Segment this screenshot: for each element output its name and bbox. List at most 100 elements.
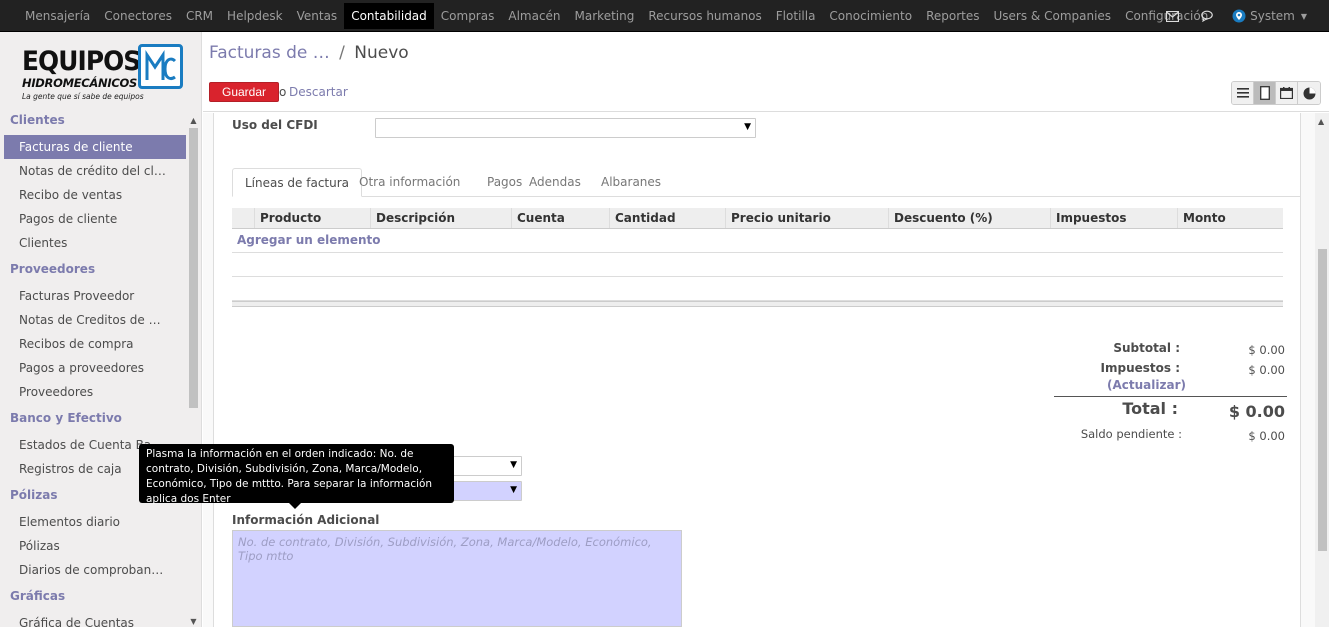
additional-info-placeholder: No. de contrato, División, Subdivisión, …	[238, 535, 652, 563]
table-row	[232, 253, 1283, 277]
menu-reportes[interactable]: Reportes	[919, 4, 986, 28]
add-line-link[interactable]: Agregar un elemento	[232, 229, 1283, 251]
chevron-down-icon: ▼	[510, 485, 517, 495]
form-sheet: Uso del CFDI ▼ Líneas de factura Otra in…	[213, 113, 1301, 627]
save-button[interactable]: Guardar	[209, 82, 280, 102]
additional-info-label: Información Adicional	[232, 513, 380, 527]
column-cantidad[interactable]: Cantidad	[609, 208, 725, 228]
menu-conectores[interactable]: Conectores	[97, 4, 179, 28]
table-footer	[232, 301, 1283, 307]
sidebar-item-recibos-compra[interactable]: Recibos de compra	[0, 332, 186, 356]
sidebar-section-banco: Banco y Efectivo	[10, 411, 122, 425]
tooltip-arrow	[289, 503, 301, 509]
sidebar-section-clientes: Clientes	[10, 113, 65, 127]
main-scroll-thumb[interactable]	[1318, 249, 1327, 551]
sidebar-item-diarios-comprobantes[interactable]: Diarios de comprobantes	[0, 558, 186, 582]
total-label: Total :	[1122, 399, 1178, 418]
sidebar-item-facturas-proveedor[interactable]: Facturas Proveedor	[0, 284, 186, 308]
menu-helpdesk[interactable]: Helpdesk	[220, 4, 290, 28]
menu-users-companies[interactable]: Users & Companies	[987, 4, 1119, 28]
menu-recursos-humanos[interactable]: Recursos humanos	[641, 4, 768, 28]
chat-icon[interactable]	[1190, 0, 1226, 32]
scroll-up-icon[interactable]: ▲	[1318, 117, 1324, 126]
breadcrumb-parent[interactable]: Facturas de …	[209, 43, 330, 63]
company-logo[interactable]: EQUIPOS HIDROMECÁNICOS La gente que sí s…	[14, 42, 189, 104]
column-cuenta[interactable]: Cuenta	[511, 208, 609, 228]
cfdi-usage-select[interactable]: ▼	[375, 118, 756, 138]
menu-marketing[interactable]: Marketing	[568, 4, 642, 28]
tab-adendas[interactable]: Adendas	[517, 168, 593, 197]
main-scrollbar[interactable]: ▲	[1315, 113, 1329, 627]
update-taxes-button[interactable]: (Actualizar)	[1054, 378, 1186, 392]
column-descripcion[interactable]: Descripción	[370, 208, 511, 228]
list-view-icon[interactable]	[1232, 82, 1254, 104]
sidebar-item-recibo-ventas[interactable]: Recibo de ventas	[0, 183, 186, 207]
breadcrumb-separator: /	[339, 43, 345, 63]
tab-otra-informacion[interactable]: Otra información	[347, 168, 472, 197]
column-precio-unitario[interactable]: Precio unitario	[725, 208, 888, 228]
sidebar-item-pagos-cliente[interactable]: Pagos de cliente	[0, 207, 186, 231]
menu-flotilla[interactable]: Flotilla	[769, 4, 823, 28]
scroll-down-icon[interactable]: ▼	[189, 617, 198, 627]
table-header: Producto Descripción Cuenta Cantidad Pre…	[232, 208, 1283, 229]
sidebar-item-clientes[interactable]: Clientes	[0, 231, 186, 255]
column-monto[interactable]: Monto	[1177, 208, 1283, 228]
sidebar-menu: Clientes Facturas de cliente Notas de cr…	[0, 111, 186, 635]
avatar	[1232, 9, 1246, 23]
menu-ventas[interactable]: Ventas	[290, 4, 345, 28]
logo-tagline: La gente que sí sabe de equipos	[22, 92, 144, 101]
sidebar-item-facturas-cliente[interactable]: Facturas de cliente	[4, 135, 186, 159]
sidebar-item-notas-creditos-proveedor[interactable]: Notas de Creditos de Pr…	[0, 308, 186, 332]
invoice-lines-table: Producto Descripción Cuenta Cantidad Pre…	[232, 208, 1283, 307]
control-panel: Facturas de … / Nuevo Guardar o Descarta…	[203, 32, 1329, 112]
column-impuestos[interactable]: Impuestos	[1050, 208, 1177, 228]
sidebar-item-grafica-cuentas[interactable]: Gráfica de Cuentas	[0, 611, 186, 635]
column-producto[interactable]: Producto	[254, 208, 370, 228]
scroll-up-icon[interactable]: ▲	[189, 116, 198, 126]
logo-line1: EQUIPOS	[22, 46, 141, 77]
pivot-view-icon[interactable]	[1298, 82, 1320, 104]
menu-almacen[interactable]: Almacén	[501, 4, 567, 28]
sidebar-section-graficas: Gráficas	[10, 589, 66, 603]
user-menu[interactable]: System ▼	[1226, 9, 1329, 23]
additional-info-textarea[interactable]: No. de contrato, División, Subdivisión, …	[232, 530, 682, 627]
taxes-value: $ 0.00	[1248, 363, 1285, 377]
discard-button[interactable]: Descartar	[289, 85, 348, 99]
chevron-down-icon: ▼	[510, 460, 517, 470]
menu-mensajeria[interactable]: Mensajería	[18, 4, 97, 28]
sidebar-item-elementos-diario[interactable]: Elementos diario	[0, 510, 186, 534]
menu-conocimiento[interactable]: Conocimiento	[822, 4, 919, 28]
menu-crm[interactable]: CRM	[179, 4, 220, 28]
tab-lineas-factura[interactable]: Líneas de factura	[232, 168, 363, 197]
chevron-down-icon: ▼	[1300, 11, 1307, 21]
breadcrumb-current: Nuevo	[354, 43, 409, 63]
logo-line2: HIDROMECÁNICOS	[22, 76, 137, 90]
sidebar-item-notas-credito[interactable]: Notas de crédito del clie…	[0, 159, 186, 183]
sidebar-item-polizas[interactable]: Pólizas	[0, 534, 186, 558]
sidebar-item-pagos-proveedores[interactable]: Pagos a proveedores	[0, 356, 186, 380]
subtotal-value: $ 0.00	[1248, 343, 1285, 357]
sidebar-section-proveedores: Proveedores	[10, 262, 96, 276]
sidebar-scrollbar[interactable]: ▲ ▼	[187, 114, 200, 627]
chevron-down-icon: ▼	[744, 122, 751, 132]
mail-icon[interactable]	[1154, 0, 1190, 32]
residual-label: Saldo pendiente :	[1080, 427, 1182, 441]
handle-column	[232, 208, 254, 228]
sidebar-scroll-thumb[interactable]	[189, 128, 198, 408]
calendar-view-icon[interactable]	[1276, 82, 1298, 104]
tab-albaranes[interactable]: Albaranes	[589, 168, 673, 197]
view-switcher	[1231, 81, 1321, 105]
column-descuento[interactable]: Descuento (%)	[888, 208, 1050, 228]
logo-mark-icon	[138, 44, 183, 89]
menu-compras[interactable]: Compras	[434, 4, 502, 28]
table-row: Agregar un elemento	[232, 229, 1283, 253]
or-label: o	[279, 85, 287, 99]
residual-value: $ 0.00	[1248, 429, 1285, 443]
cfdi-usage-label: Uso del CFDI	[232, 118, 318, 132]
systray: System ▼	[1154, 0, 1329, 32]
form-view-icon[interactable]	[1254, 82, 1276, 104]
totals-divider	[1054, 396, 1287, 397]
sidebar-item-proveedores[interactable]: Proveedores	[0, 380, 186, 404]
notebook-tabs: Líneas de factura Otra información Pagos…	[232, 168, 1300, 197]
menu-contabilidad[interactable]: Contabilidad	[344, 3, 434, 29]
